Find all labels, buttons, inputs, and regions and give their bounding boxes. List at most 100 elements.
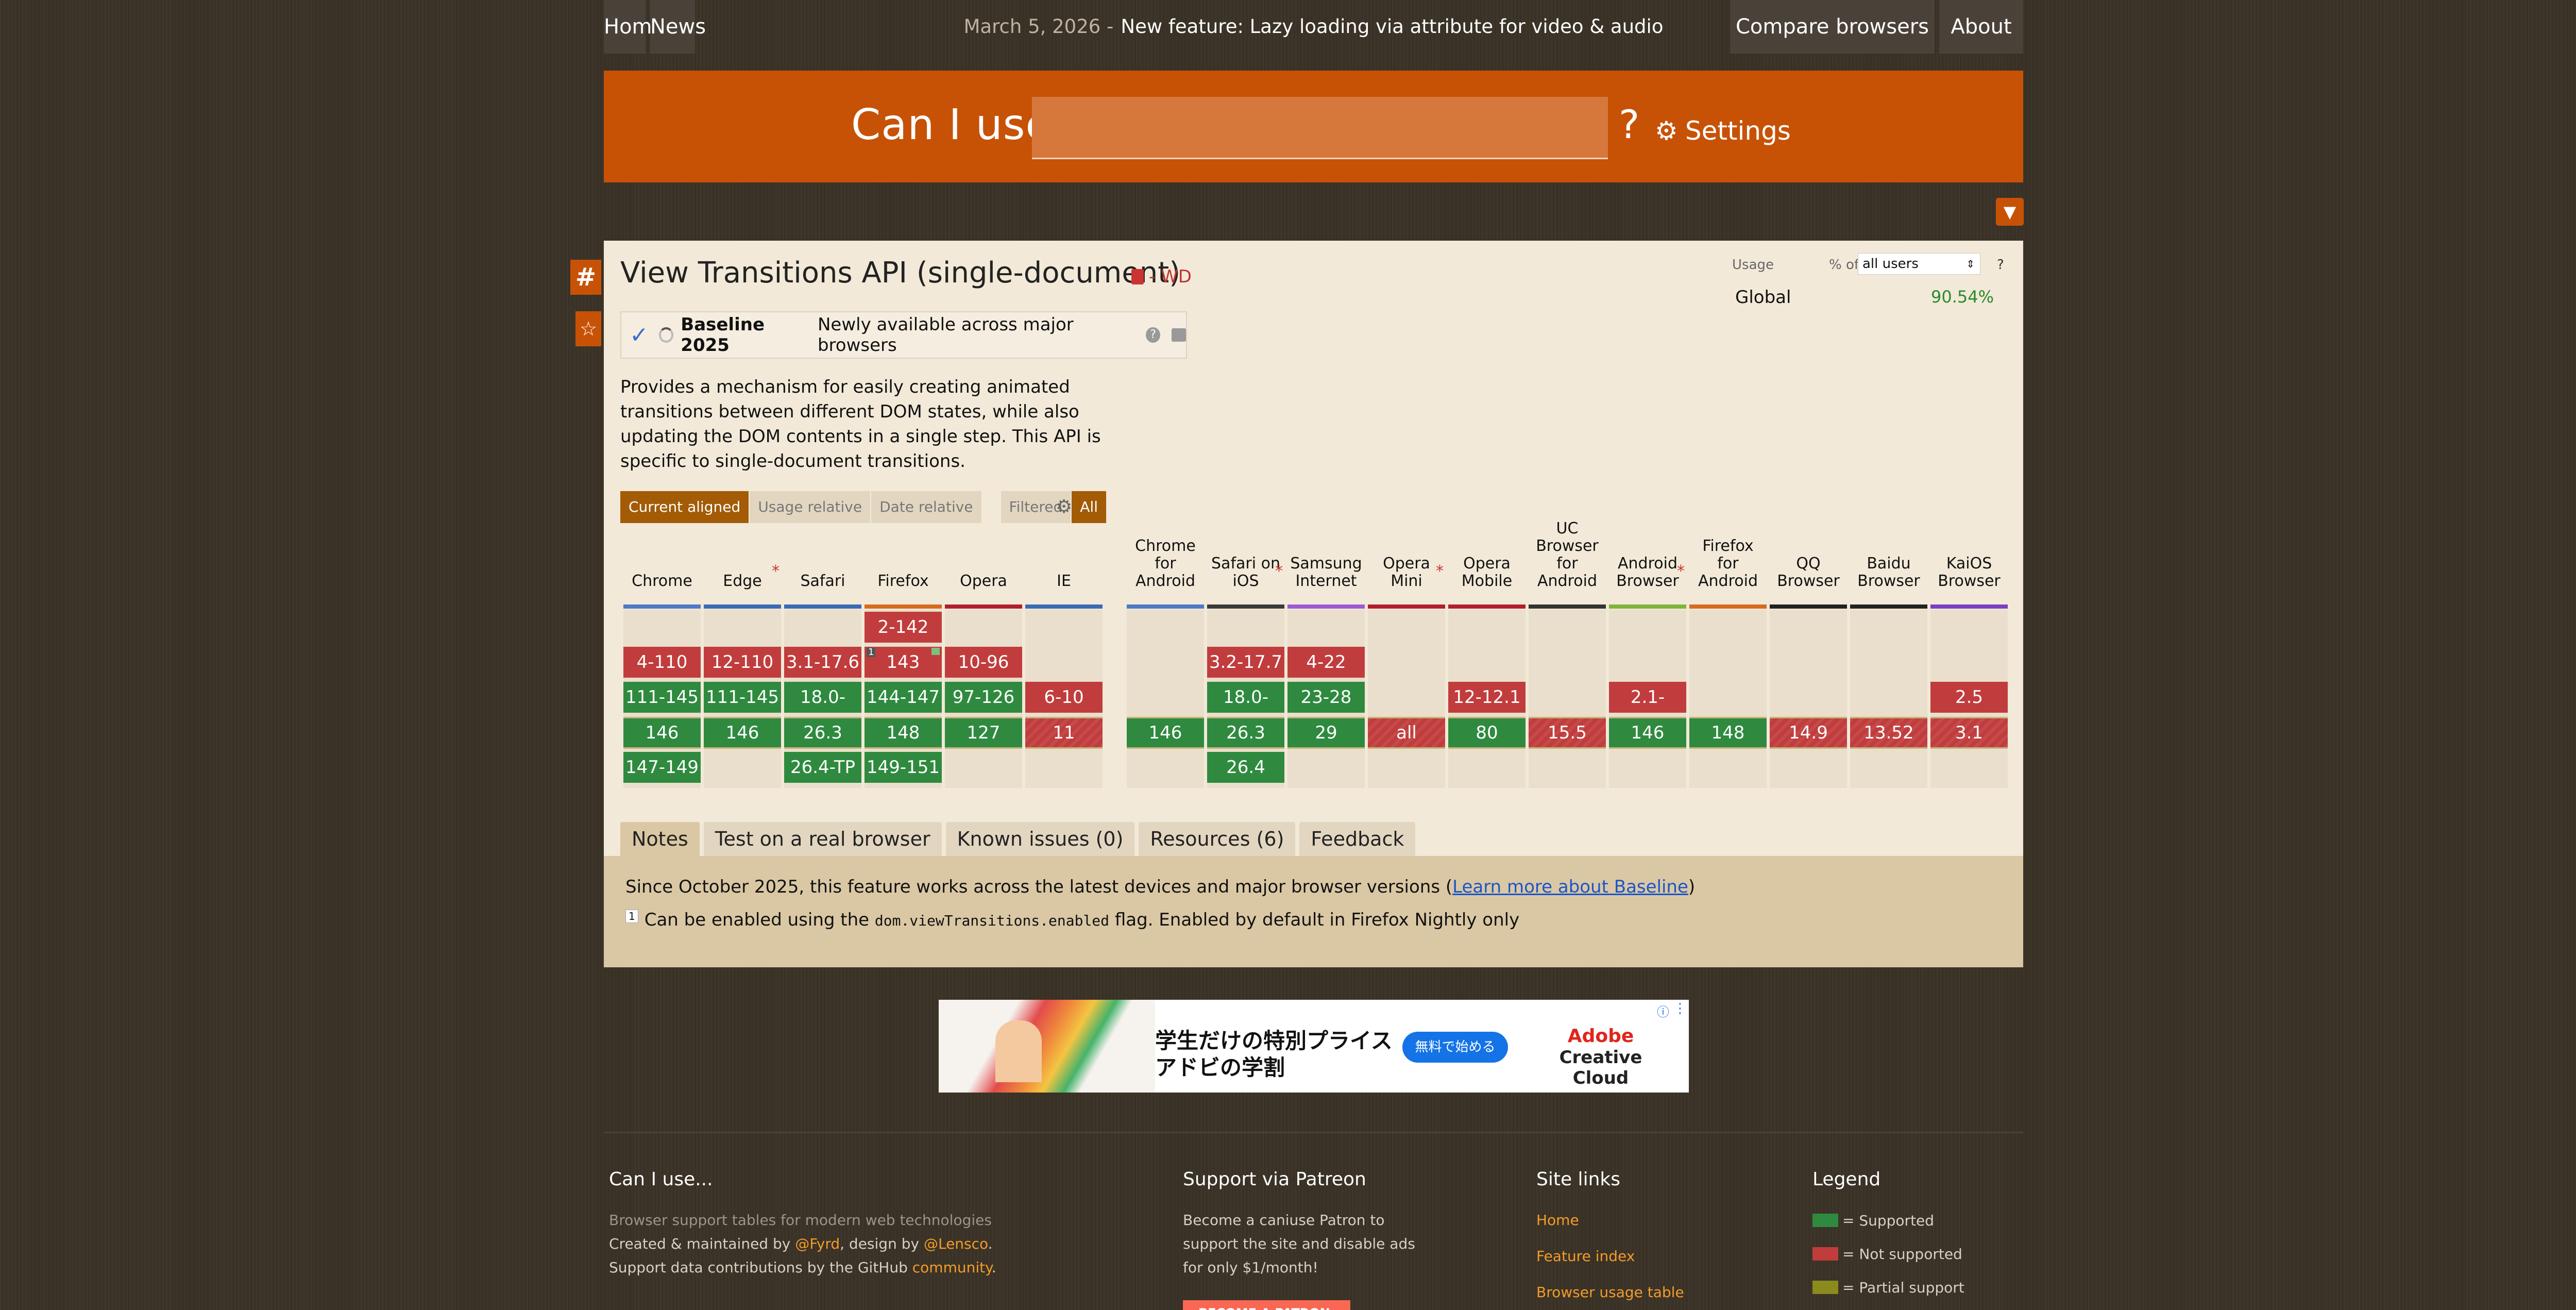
browser-column-chrome-for-android: 146 — [1127, 610, 1204, 788]
support-cell[interactable]: 146 — [704, 717, 781, 749]
support-cell[interactable]: 13.52 — [1850, 717, 1927, 749]
browser-header-opera[interactable]: Opera — [945, 535, 1022, 594]
search-input[interactable] — [1032, 97, 1608, 159]
browser-header-android-browser[interactable]: Android Browser — [1609, 535, 1686, 594]
browser-header-opera-mini[interactable]: Opera Mini — [1368, 535, 1445, 594]
tab-feedback[interactable]: Feedback — [1299, 822, 1416, 856]
browser-column-ie: 6-10 11 — [1025, 610, 1103, 788]
support-cell[interactable]: 111-145 — [623, 682, 701, 713]
legend-list: = Supported = Not supported = Partial supp… — [1812, 1208, 2019, 1299]
footer-about: Can I use... Browser support tables for … — [609, 1169, 1104, 1280]
support-cell[interactable]: 111-145 — [704, 682, 781, 713]
support-cell[interactable]: 97-126 — [945, 682, 1022, 713]
support-cell[interactable]: 148 — [865, 717, 942, 749]
support-cell[interactable]: 4-110 — [623, 647, 701, 678]
footer-link-feature-index[interactable]: Feature index — [1536, 1245, 1742, 1268]
footer-link-home[interactable]: Home — [1536, 1208, 1742, 1232]
browser-header-edge[interactable]: Edge — [704, 535, 781, 594]
support-cell[interactable]: 146 — [1609, 717, 1686, 749]
nav-compare-browsers-link[interactable]: Compare browsers — [1730, 0, 1935, 54]
bookmark-star-icon[interactable]: ☆ — [575, 311, 601, 346]
support-cell[interactable]: 2-142 — [865, 612, 942, 643]
browser-header-uc-browser-for-android[interactable]: UC Browser for Android — [1529, 520, 1606, 594]
tab-resources[interactable]: Resources (6) — [1139, 822, 1296, 856]
support-cell[interactable]: 3.1-17.6 — [784, 647, 861, 678]
nav-news-link[interactable]: News — [650, 0, 706, 54]
advertisement-banner[interactable]: 学生だけの特別プライス アドビの学割 無料で始める Adobe Creative… — [939, 1000, 1689, 1093]
browser-header-firefox[interactable]: Firefox — [865, 535, 942, 594]
baseline-learn-more-link[interactable]: Learn more about Baseline — [1452, 877, 1688, 897]
browser-column-opera-mobile: 12-12.1 80 — [1448, 610, 1526, 788]
support-cell[interactable]: 10-96 — [945, 647, 1022, 678]
support-cell[interactable]: 11 — [1025, 717, 1103, 749]
browser-header-firefox-for-android[interactable]: Firefox for Android — [1689, 535, 1767, 594]
support-cell[interactable]: 146 — [1127, 717, 1204, 749]
note-marker: 1 — [867, 648, 876, 657]
support-cell[interactable]: 148 — [1689, 717, 1767, 749]
support-cell[interactable]: 6-10 — [1025, 682, 1103, 713]
support-cell[interactable]: 12-12.1 — [1448, 682, 1526, 713]
browser-header-ie[interactable]: IE — [1025, 535, 1103, 594]
tab-known-issues[interactable]: Known issues (0) — [945, 822, 1135, 856]
browser-header-safari[interactable]: Safari — [784, 535, 861, 594]
contrib-text: Support data contributions by the GitHub — [609, 1259, 908, 1276]
contrib-text-end: . — [991, 1259, 996, 1276]
browser-color-stripe — [1127, 604, 1204, 609]
browser-header-chrome[interactable]: Chrome — [623, 535, 701, 594]
settings-button[interactable]: ⚙ Settings — [1655, 116, 1791, 146]
ad-info-icon[interactable]: ⓘ — [1657, 1002, 1669, 1020]
browser-header-chrome-for-android[interactable]: Chrome for Android — [1127, 535, 1204, 594]
tab-test-real-browser[interactable]: Test on a real browser — [703, 822, 942, 856]
permalink-hash-button[interactable]: # — [570, 260, 601, 295]
community-link[interactable]: community — [912, 1259, 992, 1276]
nav-home-link[interactable]: Home — [604, 0, 665, 54]
support-cell[interactable]: 26.4-TP — [784, 752, 861, 783]
support-cell[interactable]: 149-151 — [865, 752, 942, 783]
browser-header-safari-on-ios[interactable]: Safari on iOS — [1207, 535, 1284, 594]
browser-header-qq-browser[interactable]: QQ Browser — [1770, 535, 1847, 594]
support-cell[interactable]: 2.1-4.4.4 — [1609, 682, 1686, 738]
support-cell[interactable]: 144-147 — [865, 682, 942, 713]
browser-header-kaios-browser[interactable]: KaiOS Browser — [1930, 535, 2008, 594]
support-cell[interactable]: 18.0-26.2 — [784, 682, 861, 738]
support-cell[interactable]: 146 — [623, 717, 701, 749]
become-patron-button[interactable]: BECOME A PATRON — [1183, 1300, 1350, 1310]
footer-legend: Legend = Supported = Not supported = Parti… — [1812, 1169, 2019, 1309]
support-cell[interactable]: 29 — [1287, 717, 1365, 749]
support-cell[interactable]: 4-22 — [1287, 647, 1365, 678]
support-cell[interactable]: all — [1368, 717, 1445, 749]
browser-header-opera-mobile[interactable]: Opera Mobile — [1448, 535, 1526, 594]
support-cell[interactable]: 147-149 — [623, 752, 701, 783]
support-cell[interactable]: 3.2-17.7 — [1207, 647, 1284, 678]
search-title: Can I use — [851, 100, 1052, 149]
filter-icon[interactable]: ▼ — [1996, 198, 2024, 226]
support-cell[interactable]: 23-28 — [1287, 682, 1365, 713]
footer-contributions: Support data contributions by the GitHub… — [609, 1256, 1104, 1280]
browser-color-stripe — [1529, 604, 1606, 609]
browser-header-samsung-internet[interactable]: Samsung Internet — [1287, 535, 1365, 594]
flag-icon — [931, 648, 940, 655]
fyrd-link[interactable]: @Fyrd — [795, 1235, 840, 1252]
lensco-link[interactable]: @Lensco — [924, 1235, 988, 1252]
support-cell[interactable]: 26.3 — [784, 717, 861, 749]
note-text: Can be enabled using the — [644, 910, 870, 930]
support-cell[interactable]: 26.3 — [1207, 717, 1284, 749]
support-cell[interactable]: 2.5 — [1930, 682, 2008, 713]
support-cell[interactable]: 26.4 — [1207, 752, 1284, 783]
news-headline[interactable]: New feature: Lazy loading via attribute … — [1121, 15, 1663, 38]
support-cell[interactable]: 80 — [1448, 717, 1526, 749]
ad-cta-button[interactable]: 無料で始める — [1402, 1032, 1508, 1063]
support-cell[interactable]: 14.9 — [1770, 717, 1847, 749]
tab-notes[interactable]: Notes — [620, 822, 700, 856]
ad-more-icon[interactable]: ⋮ — [1673, 1001, 1687, 1016]
support-cell[interactable]: 12-110 — [704, 647, 781, 678]
nav-about-link[interactable]: About — [1939, 0, 2023, 54]
browser-header-baidu-browser[interactable]: Baidu Browser — [1850, 535, 1927, 594]
support-cell[interactable]: 15.5 — [1529, 717, 1606, 749]
legend-label: = Supported — [1842, 1212, 1935, 1229]
support-cell[interactable]: 143 1 — [865, 647, 942, 678]
support-cell[interactable]: 127 — [945, 717, 1022, 749]
support-cell[interactable]: 3.1 — [1930, 717, 2008, 749]
footer-link-usage-table[interactable]: Browser usage table — [1536, 1281, 1742, 1304]
support-cell[interactable]: 18.0-26.2 — [1207, 682, 1284, 738]
